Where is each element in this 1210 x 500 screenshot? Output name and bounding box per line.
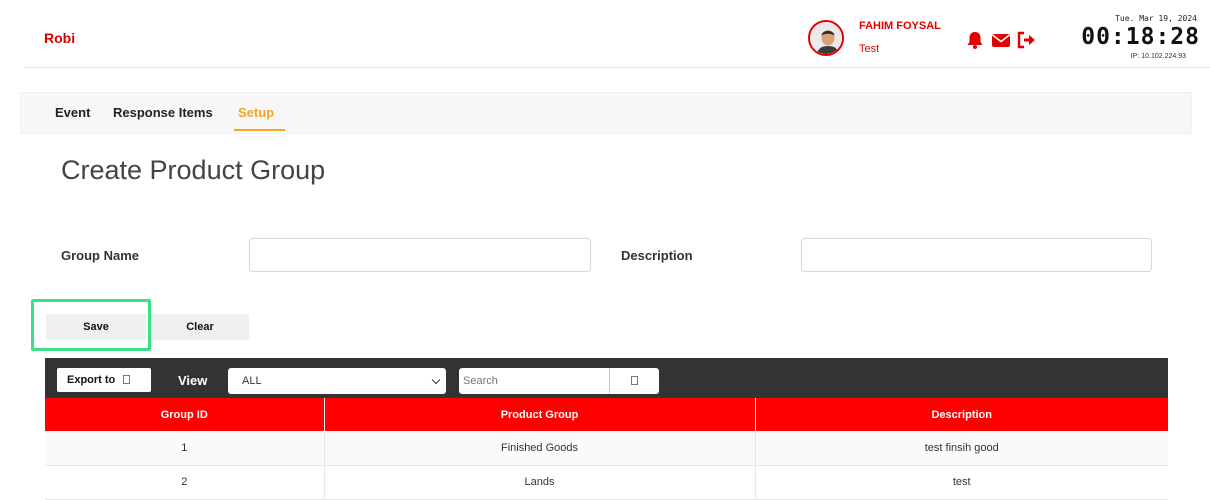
user-name: FAHIM FOYSAL bbox=[859, 20, 941, 32]
date-display: Tue. Mar 19, 2024 bbox=[1115, 14, 1197, 23]
user-role: Test bbox=[859, 43, 880, 55]
table-header-row: Group ID Product Group Description bbox=[45, 398, 1168, 431]
app-header: Robi FAHIM FOYSAL Test Tue. Mar 19, 2024… bbox=[24, 8, 1210, 68]
clock-display: 00:18:28 bbox=[1081, 24, 1200, 50]
view-label: View bbox=[178, 373, 208, 388]
logout-icon[interactable] bbox=[1016, 30, 1038, 50]
column-header-product-group[interactable]: Product Group bbox=[324, 398, 756, 431]
avatar-icon bbox=[810, 22, 842, 54]
export-icon bbox=[123, 375, 131, 384]
cell-description: test finsih good bbox=[755, 431, 1168, 466]
group-name-input[interactable] bbox=[249, 238, 591, 272]
cell-product-group: Lands bbox=[324, 465, 756, 500]
cell-group-id: 1 bbox=[45, 431, 325, 466]
table-row[interactable]: 2 Lands test bbox=[45, 465, 1168, 500]
search-icon bbox=[631, 376, 638, 385]
tab-event[interactable]: Event bbox=[55, 105, 90, 120]
save-button[interactable]: Save bbox=[46, 314, 146, 340]
page-title: Create Product Group bbox=[61, 155, 326, 185]
mail-icon[interactable] bbox=[990, 30, 1012, 50]
column-header-group-id[interactable]: Group ID bbox=[45, 398, 325, 431]
view-select[interactable]: ALL bbox=[228, 368, 446, 394]
search-input[interactable] bbox=[459, 368, 609, 394]
clear-button[interactable]: Clear bbox=[151, 314, 249, 340]
brand-logo[interactable]: Robi bbox=[44, 30, 75, 46]
group-name-label: Group Name bbox=[61, 248, 140, 263]
user-avatar[interactable] bbox=[808, 20, 844, 56]
tab-bar: Event Response Items Setup bbox=[20, 92, 1192, 134]
tab-response-items[interactable]: Response Items bbox=[113, 105, 213, 120]
description-label: Description bbox=[621, 248, 693, 263]
table-toolbar: Export to View ALL bbox=[45, 358, 1168, 398]
ip-address: IP: 10.102.224.93 bbox=[1130, 53, 1186, 60]
product-group-table: Group ID Product Group Description 1 Fin… bbox=[45, 398, 1168, 500]
tab-setup[interactable]: Setup bbox=[238, 105, 274, 120]
cell-product-group: Finished Goods bbox=[324, 431, 756, 466]
table-row[interactable]: 1 Finished Goods test finsih good bbox=[45, 431, 1168, 466]
chevron-down-icon bbox=[431, 375, 441, 385]
cell-group-id: 2 bbox=[45, 465, 325, 500]
description-input[interactable] bbox=[801, 238, 1152, 272]
search-button[interactable] bbox=[609, 368, 659, 394]
active-tab-indicator bbox=[234, 129, 285, 131]
bell-icon[interactable] bbox=[964, 30, 986, 50]
view-selected-value: ALL bbox=[242, 375, 262, 387]
export-label: Export to bbox=[67, 374, 116, 386]
export-button[interactable]: Export to bbox=[57, 368, 151, 392]
cell-description: test bbox=[755, 465, 1168, 500]
column-header-description[interactable]: Description bbox=[755, 398, 1168, 431]
